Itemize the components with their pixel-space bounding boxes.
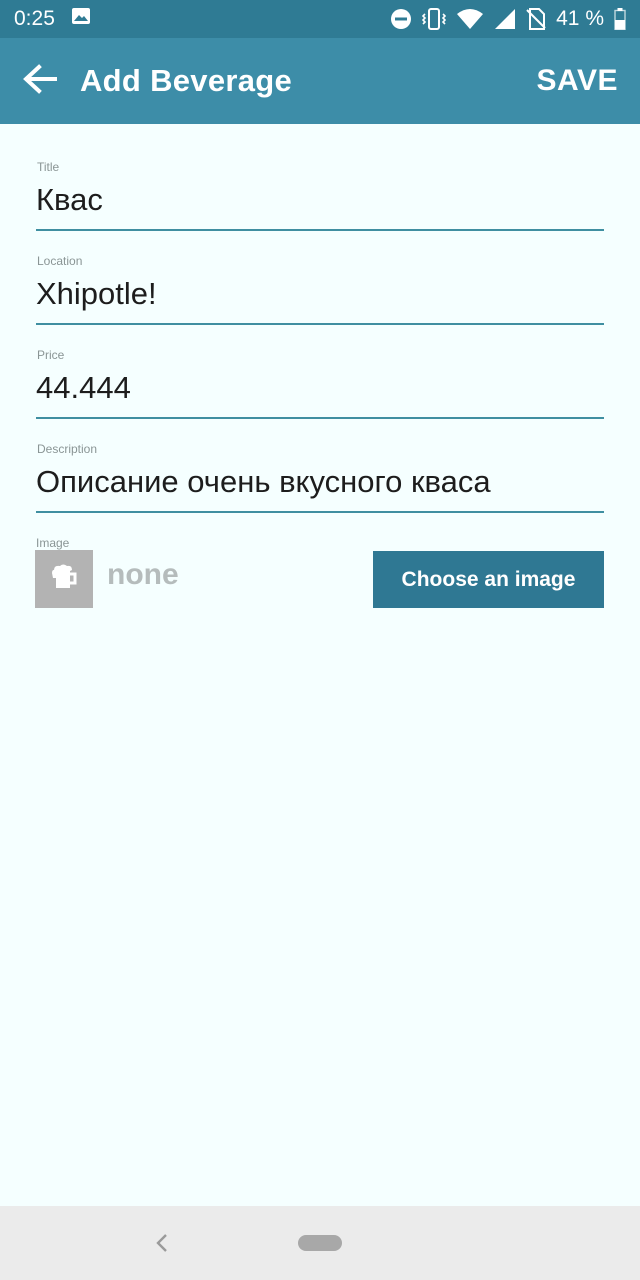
location-input[interactable]: Xhipotle! <box>36 276 604 312</box>
signal-icon <box>494 8 516 30</box>
location-field: Location Xhipotle! <box>36 218 604 325</box>
image-thumbnail <box>35 550 93 608</box>
price-label: Price <box>37 348 65 362</box>
price-input[interactable]: 44.444 <box>36 370 604 406</box>
beer-mug-icon <box>50 564 78 595</box>
description-field: Description Описание очень вкусного квас… <box>36 406 604 513</box>
image-icon <box>71 7 91 31</box>
price-field: Price 44.444 <box>36 312 604 419</box>
wifi-icon <box>456 8 484 30</box>
choose-image-button[interactable]: Choose an image <box>373 551 604 608</box>
add-beverage-screen: 0:25 41 % Add Beverage SAVE Title Квас L… <box>0 0 640 1280</box>
location-label: Location <box>37 254 83 268</box>
do-not-disturb-icon <box>390 8 412 30</box>
nav-back-icon[interactable] <box>150 1228 174 1258</box>
description-input[interactable]: Описание очень вкусного кваса <box>36 464 604 500</box>
image-label: Image <box>36 536 70 550</box>
title-label: Title <box>37 160 60 174</box>
status-bar: 0:25 41 % <box>0 0 640 38</box>
nav-home-pill[interactable] <box>298 1235 342 1251</box>
battery-level: 41 % <box>556 7 604 30</box>
description-label: Description <box>37 442 98 456</box>
title-field: Title Квас <box>36 124 604 231</box>
vibrate-icon <box>422 8 447 30</box>
description-underline <box>36 511 604 513</box>
image-value: none <box>107 558 179 591</box>
title-input[interactable]: Квас <box>36 182 604 218</box>
back-button[interactable] <box>0 38 80 124</box>
status-time: 0:25 <box>14 7 55 30</box>
image-field: Image none Choose an image <box>35 530 604 610</box>
beverage-form: Title Квас Location Xhipotle! Price 44.4… <box>36 124 604 513</box>
battery-icon <box>614 8 626 30</box>
page-title: Add Beverage <box>80 63 293 98</box>
navigation-bar <box>0 1206 640 1280</box>
arrow-back-icon <box>23 63 57 99</box>
no-sim-icon <box>526 8 546 30</box>
save-button[interactable]: SAVE <box>537 64 618 98</box>
app-bar: Add Beverage SAVE <box>0 38 640 124</box>
